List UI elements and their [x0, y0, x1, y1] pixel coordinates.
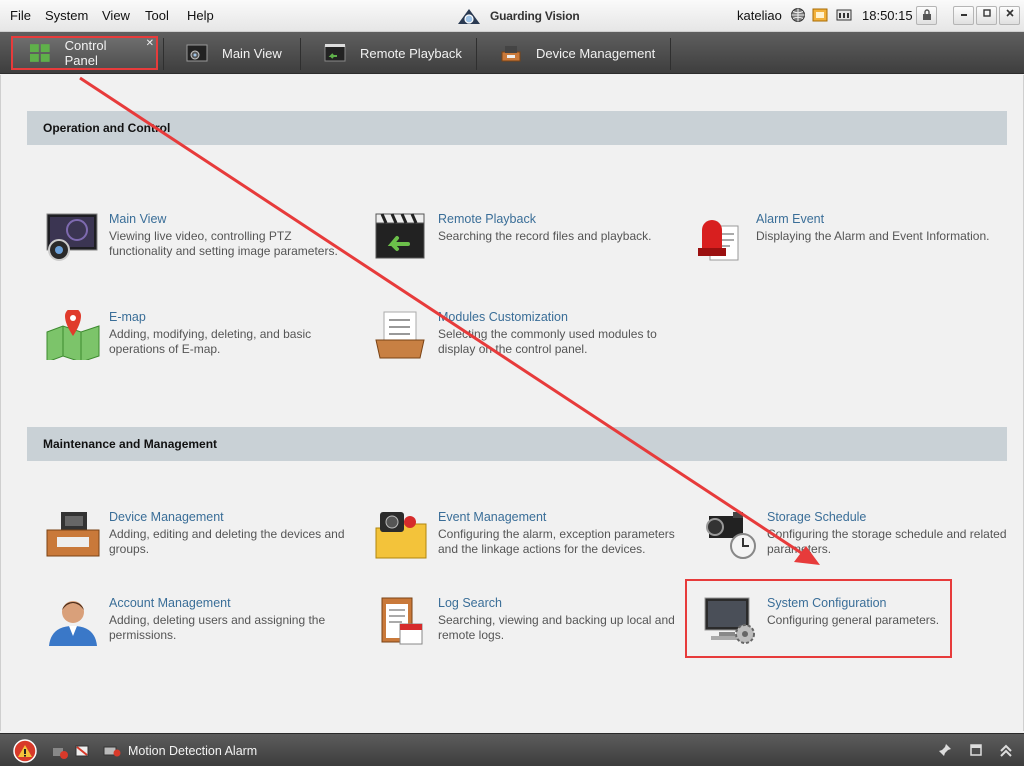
status-bar: Motion Detection Alarm — [0, 733, 1024, 766]
module-storage-schedule[interactable]: Storage Schedule Configuring the storage… — [703, 510, 1007, 580]
menu-bar: File System View Tool Help Guarding Visi… — [0, 0, 1024, 32]
expand-up-icon[interactable] — [999, 743, 1013, 757]
module-title: Log Search — [438, 596, 502, 610]
module-log-search[interactable]: Log Search Searching, viewing and backin… — [374, 596, 675, 666]
module-description: Configuring the storage schedule and rel… — [767, 527, 1007, 556]
camera-icon — [186, 44, 208, 62]
globe-icon — [791, 8, 805, 22]
module-title: Storage Schedule — [767, 510, 867, 524]
device-management-icon — [46, 512, 100, 557]
alarm-camera-icon[interactable] — [75, 743, 93, 759]
log-calendar-icon — [381, 597, 423, 645]
tab-label: Control Panel — [64, 38, 107, 68]
tab-separator — [163, 38, 164, 70]
event-folder-icon — [375, 512, 427, 559]
module-account-management[interactable]: Account Management Adding, deleting user… — [45, 596, 345, 666]
device-icon — [501, 46, 521, 62]
tab-main-view[interactable]: Main View — [186, 36, 282, 70]
module-description: Adding, deleting users and assigning the… — [109, 613, 326, 642]
module-title: Main View — [109, 212, 167, 226]
playback-clapper-icon — [375, 213, 425, 259]
close-button[interactable] — [999, 6, 1020, 25]
maximize-button[interactable] — [976, 6, 997, 25]
menu-file[interactable]: File — [10, 8, 31, 23]
module-description: Adding, editing and deleting the devices… — [109, 527, 345, 556]
app-title: Guarding Vision — [490, 9, 580, 23]
menu-view[interactable]: View — [102, 8, 130, 23]
module-title: Event Management — [438, 510, 547, 524]
tab-label: Device Management — [536, 45, 656, 61]
minimize-button[interactable] — [953, 6, 974, 25]
module-description: Searching the record files and playback. — [438, 229, 652, 243]
section-header-operation: Operation and Control — [27, 111, 1007, 145]
user-avatar-icon — [49, 601, 97, 646]
app-brand: Guarding Vision — [456, 5, 580, 27]
alarm-siren-icon — [698, 220, 739, 261]
playback-icon — [324, 44, 346, 62]
alarm-record-icon[interactable] — [103, 743, 121, 759]
clock: 18:50:15 — [862, 8, 913, 23]
app-logo-icon — [458, 9, 480, 24]
current-user: kateliao — [737, 8, 782, 23]
module-description: Adding, modifying, deleting, and basic o… — [109, 327, 312, 356]
document-stack-icon — [375, 311, 425, 359]
pin-icon[interactable] — [938, 743, 952, 757]
module-alarm-event[interactable]: Alarm Event Displaying the Alarm and Eve… — [692, 212, 992, 282]
module-description: Displaying the Alarm and Event Informati… — [756, 229, 990, 243]
tab-close-icon[interactable]: ✕ — [146, 38, 154, 49]
minimize-icon — [960, 14, 967, 16]
module-main-view[interactable]: Main View Viewing live video, controllin… — [45, 212, 345, 282]
module-description: Searching, viewing and backing up local … — [438, 613, 675, 642]
module-modules-customization[interactable]: Modules Customization Selecting the comm… — [374, 310, 674, 380]
alarm-sound-icon[interactable] — [52, 743, 68, 759]
tab-separator — [476, 38, 477, 70]
maximize-icon — [982, 9, 991, 17]
lock-button[interactable] — [916, 6, 937, 25]
live-view-monitor-icon — [46, 213, 98, 261]
tab-label: Remote Playback — [360, 45, 462, 61]
tab-control-panel[interactable]: Control Panel ✕ — [11, 36, 158, 70]
module-device-management[interactable]: Device Management Adding, editing and de… — [45, 510, 345, 580]
module-system-configuration[interactable]: System Configuration Configuring general… — [703, 596, 1003, 666]
window-icon[interactable] — [970, 744, 982, 756]
module-title: Modules Customization — [438, 310, 568, 324]
module-description: Configuring the alarm, exception paramet… — [438, 527, 675, 556]
module-title: Account Management — [109, 596, 231, 610]
module-description: Viewing live video, controlling PTZ func… — [109, 229, 338, 258]
warning-icon[interactable] — [12, 739, 38, 763]
alarm-label: Motion Detection Alarm — [128, 744, 258, 758]
menu-tool[interactable]: Tool — [145, 8, 169, 23]
tab-label: Main View — [222, 45, 282, 61]
control-panel-content: Operation and Control Main View Viewing … — [0, 75, 1024, 731]
tab-separator — [300, 38, 301, 70]
ram-icon — [836, 9, 852, 21]
lock-icon — [922, 9, 931, 20]
menu-system[interactable]: System — [45, 8, 88, 23]
module-tabbar: Control Panel ✕ Main View Remote Playbac… — [0, 32, 1024, 74]
module-title: Remote Playback — [438, 212, 536, 226]
app-window: File System View Tool Help Guarding Visi… — [0, 0, 1024, 766]
module-event-management[interactable]: Event Management Configuring the alarm, … — [374, 510, 675, 580]
map-pin-icon — [46, 310, 100, 360]
cpu-icon — [812, 8, 828, 22]
module-title: System Configuration — [767, 596, 887, 610]
module-title: Alarm Event — [756, 212, 825, 226]
module-title: E-map — [109, 310, 146, 324]
camera-schedule-icon — [706, 512, 756, 559]
menu-help[interactable]: Help — [187, 8, 214, 23]
module-remote-playback[interactable]: Remote Playback Searching the record fil… — [374, 212, 674, 282]
grid-icon — [29, 44, 50, 62]
module-description: Selecting the commonly used modules to d… — [438, 327, 657, 356]
section-header-maintenance: Maintenance and Management — [27, 427, 1007, 461]
module-title: Device Management — [109, 510, 224, 524]
tab-separator — [670, 38, 671, 70]
tab-device-management[interactable]: Device Management — [500, 36, 655, 70]
module-description: Configuring general parameters. — [767, 613, 940, 627]
close-icon — [1005, 9, 1014, 17]
monitor-gear-icon — [704, 597, 755, 644]
module-e-map[interactable]: E-map Adding, modifying, deleting, and b… — [45, 310, 345, 380]
tab-remote-playback[interactable]: Remote Playback — [324, 36, 462, 70]
